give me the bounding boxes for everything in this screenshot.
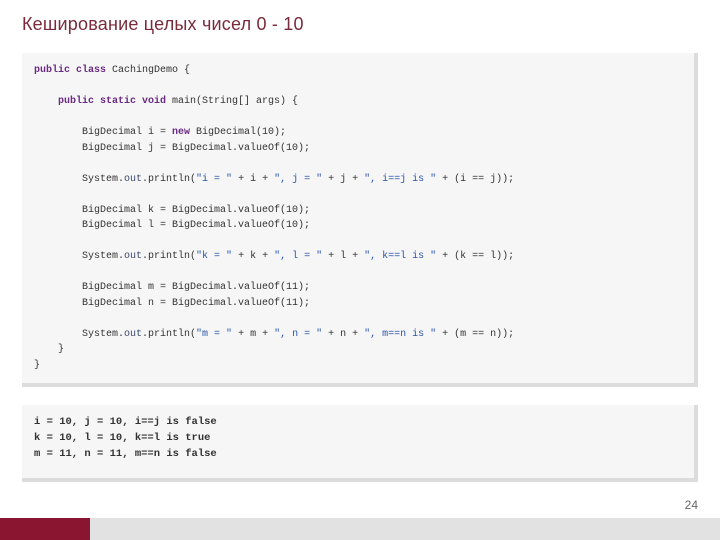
- code-token: BigDecimal m = BigDecimal.valueOf(11);: [34, 282, 310, 293]
- code-token: .println(: [142, 329, 196, 340]
- code-token: CachingDemo {: [106, 65, 190, 76]
- code-token: System.: [34, 329, 124, 340]
- code-token: BigDecimal(10);: [190, 127, 286, 138]
- code-token: System.: [34, 174, 124, 185]
- output-line: k = 10, l = 10, k==l is true: [34, 432, 210, 444]
- code-block: public class CachingDemo { public static…: [22, 53, 698, 387]
- code-token: new: [172, 127, 190, 138]
- code-token: }: [34, 360, 40, 371]
- code-token: main(String[] args) {: [166, 96, 298, 107]
- code-token: ", l = ": [274, 251, 322, 262]
- code-token: + (i == j));: [436, 174, 514, 185]
- code-token: out: [124, 174, 142, 185]
- code-token: public class: [34, 65, 106, 76]
- code-token: + i +: [232, 174, 274, 185]
- code-token: "k = ": [196, 251, 232, 262]
- footer-bar: [0, 518, 720, 540]
- code-token: BigDecimal n = BigDecimal.valueOf(11);: [34, 298, 310, 309]
- page-number: 24: [685, 498, 698, 512]
- code-token: .println(: [142, 174, 196, 185]
- code-token: BigDecimal j = BigDecimal.valueOf(10);: [34, 143, 310, 154]
- footer-accent: [0, 518, 90, 540]
- code-token: BigDecimal k = BigDecimal.valueOf(10);: [34, 205, 310, 216]
- code-token: "i = ": [196, 174, 232, 185]
- code-token: ", n = ": [274, 329, 322, 340]
- output-block: i = 10, j = 10, i==j is false k = 10, l …: [22, 405, 698, 482]
- code-token: out: [124, 329, 142, 340]
- code-token: + (m == n));: [436, 329, 514, 340]
- code-token: ", m==n is ": [364, 329, 436, 340]
- code-token: out: [124, 251, 142, 262]
- page-title: Кеширование целых чисел 0 - 10: [0, 0, 720, 35]
- code-token: System.: [34, 251, 124, 262]
- output-line: m = 11, n = 11, m==n is false: [34, 448, 217, 460]
- code-token: ", i==j is ": [364, 174, 436, 185]
- code-token: ", j = ": [274, 174, 322, 185]
- code-token: + j +: [322, 174, 364, 185]
- code-token: BigDecimal i =: [34, 127, 172, 138]
- code-token: + l +: [322, 251, 364, 262]
- code-token: + (k == l));: [436, 251, 514, 262]
- code-token: + k +: [232, 251, 274, 262]
- code-token: BigDecimal l = BigDecimal.valueOf(10);: [34, 220, 310, 231]
- code-token: public static void: [34, 96, 166, 107]
- code-token: }: [34, 344, 64, 355]
- code-token: "m = ": [196, 329, 232, 340]
- code-token: .println(: [142, 251, 196, 262]
- output-line: i = 10, j = 10, i==j is false: [34, 416, 217, 428]
- footer-fill: [90, 518, 720, 540]
- code-token: ", k==l is ": [364, 251, 436, 262]
- code-token: + n +: [322, 329, 364, 340]
- code-token: + m +: [232, 329, 274, 340]
